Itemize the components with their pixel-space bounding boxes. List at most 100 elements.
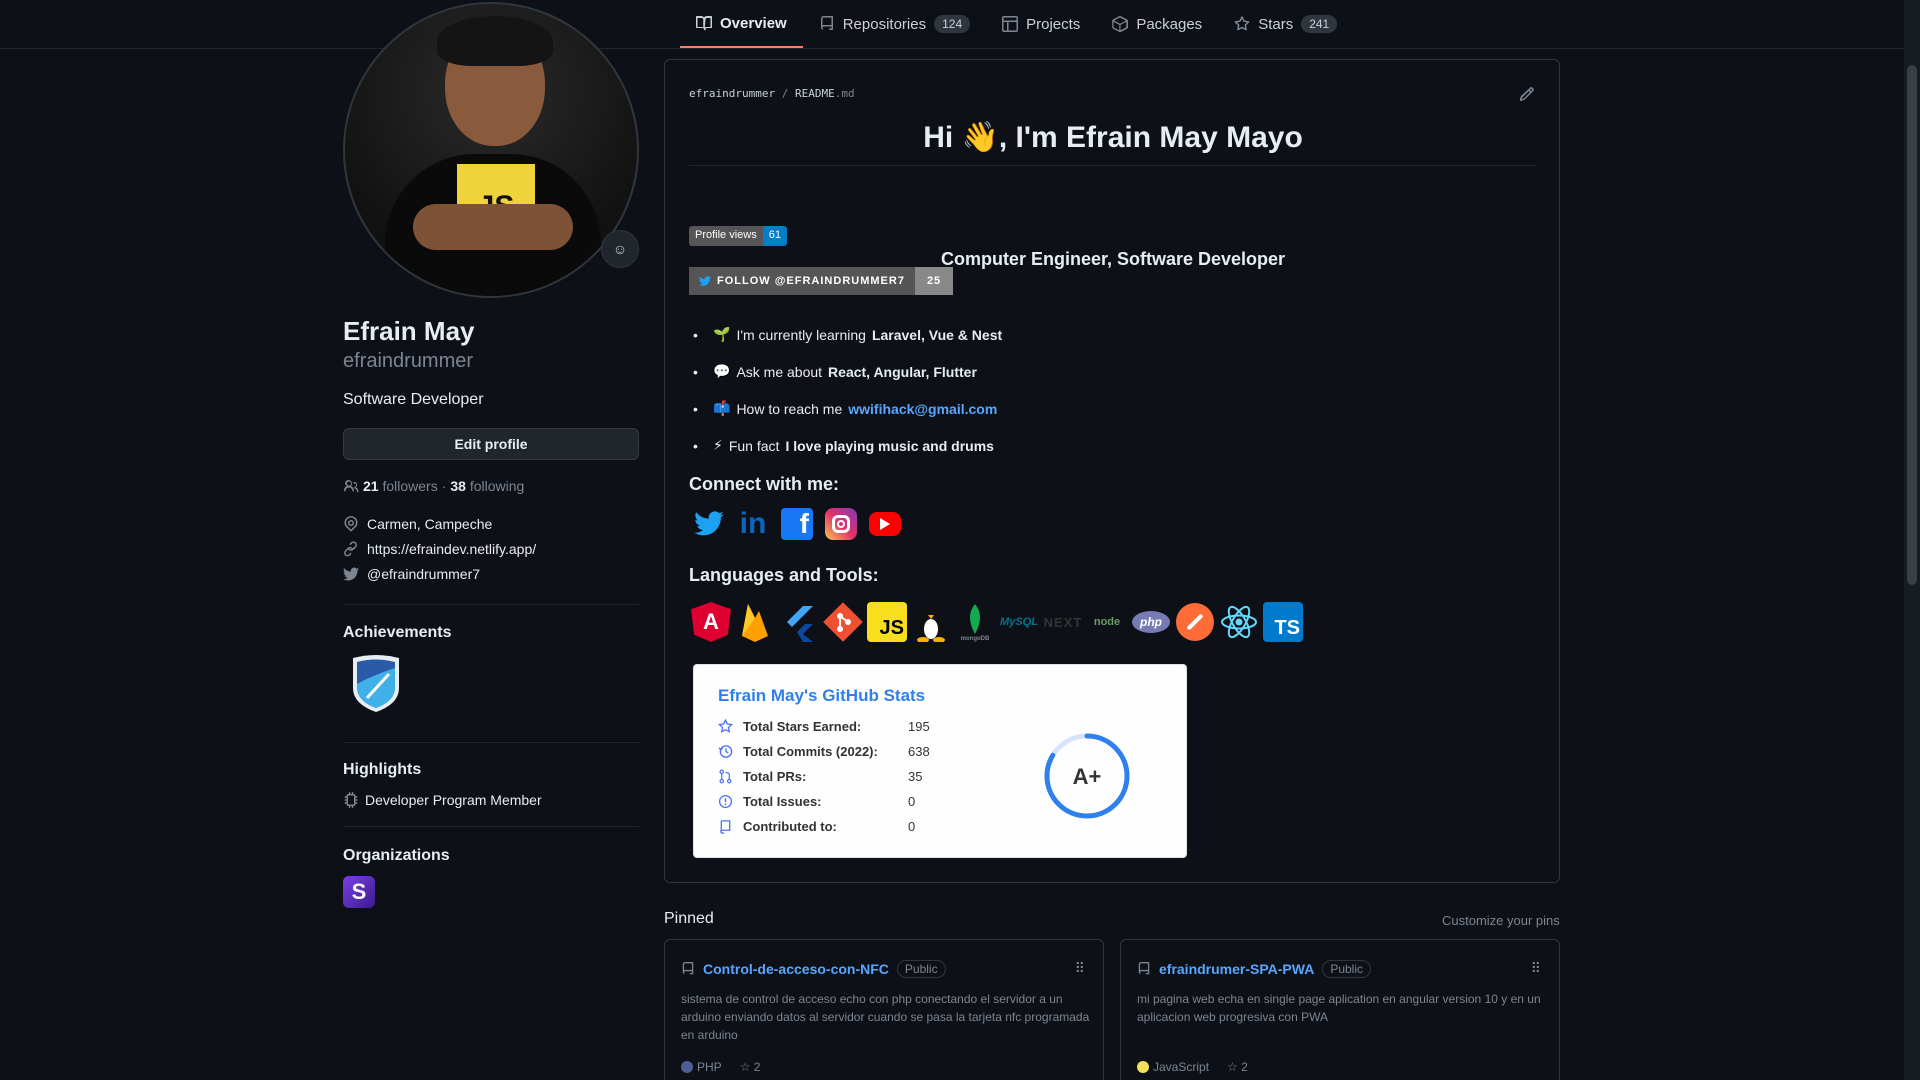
firebase-icon[interactable] (735, 602, 775, 642)
nodejs-icon[interactable]: node (1087, 602, 1127, 642)
smiley-icon: ☺ (612, 241, 628, 257)
stat-row: Total Stars Earned: 195 (718, 719, 930, 734)
follow-stats: 21 followers · 38 following (343, 478, 524, 494)
followers-link[interactable]: 21 followers (363, 478, 438, 494)
stat-row: Total PRs: 35 (718, 769, 922, 784)
repositories-count: 124 (934, 15, 971, 33)
list-item: 🌱I'm currently learning Laravel, Vue & N… (693, 316, 1002, 353)
tab-stars[interactable]: Stars 241 (1218, 0, 1353, 48)
profile-bio: Software Developer (343, 391, 484, 408)
linkedin-icon[interactable]: in (737, 507, 769, 540)
typescript-icon[interactable]: TS (1263, 602, 1303, 642)
scrollbar-thumb[interactable] (1907, 65, 1917, 585)
tab-repositories-label: Repositories (842, 15, 927, 33)
tab-projects[interactable]: Projects (986, 0, 1096, 48)
location-item: Carmen, Campeche (343, 516, 492, 532)
git-icon[interactable] (823, 602, 863, 642)
connect-title: Connect with me: (689, 474, 840, 494)
cpu-icon (344, 792, 358, 808)
facebook-icon[interactable]: f (781, 508, 813, 540)
tab-overview[interactable]: Overview (680, 0, 803, 48)
profile-tab-nav: Overview Repositories 124 Projects Packa… (0, 0, 1904, 49)
php-icon[interactable]: php (1131, 602, 1171, 642)
readme-facts-list: 🌱I'm currently learning Laravel, Vue & N… (693, 316, 1002, 464)
angular-icon[interactable]: A (691, 602, 731, 642)
tab-packages-label: Packages (1136, 15, 1203, 33)
profile-readme: efraindrummer / README.md Hi 👋, I'm Efra… (664, 59, 1560, 883)
nextjs-icon[interactable]: NEXT (1043, 602, 1083, 642)
following-link[interactable]: 38 following (450, 478, 524, 494)
list-item: 📫How to reach me wwifihack@gmail.com (693, 390, 1002, 427)
tab-overview-label: Overview (720, 14, 787, 32)
postman-icon[interactable] (1175, 602, 1215, 642)
repo-icon (820, 16, 833, 30)
javascript-icon[interactable]: JS (867, 602, 907, 642)
pencil-icon[interactable] (1519, 86, 1535, 102)
instagram-icon[interactable] (825, 508, 857, 540)
youtube-icon[interactable] (869, 512, 901, 536)
react-icon[interactable] (1219, 602, 1259, 642)
pinned-repo-card: efraindrumer-SPA-PWA Public ⠿ mi pagina … (1120, 939, 1560, 1080)
highlights-title: Highlights (343, 761, 422, 778)
github-stats-card: Efrain May's GitHub Stats Total Stars Ea… (693, 664, 1187, 858)
book-icon (696, 16, 712, 31)
tab-packages[interactable]: Packages (1096, 0, 1218, 48)
visibility-badge: Public (1322, 960, 1372, 978)
edit-profile-button[interactable]: Edit profile (343, 428, 639, 460)
customize-pins-link[interactable]: Customize your pins (1442, 913, 1560, 928)
repo-stars-link[interactable]: ☆ 2 (740, 1060, 761, 1074)
stats-title: Efrain May's GitHub Stats (718, 686, 926, 705)
status-emoji-button[interactable]: ☺ (601, 230, 639, 268)
repo-description: sistema de control de acceso echo con ph… (681, 992, 1090, 1042)
twitter-icon (343, 567, 359, 581)
flutter-icon[interactable] (779, 602, 819, 642)
linux-icon[interactable] (911, 602, 951, 642)
history-icon (718, 745, 733, 758)
page-scrollbar[interactable] (1904, 0, 1920, 1080)
star-icon (718, 719, 733, 733)
rank-ring: A+ (1044, 733, 1130, 819)
repo-stars-link[interactable]: ☆ 2 (1227, 1060, 1248, 1074)
rank-grade: A+ (1073, 764, 1102, 789)
drag-handle-icon[interactable]: ⠿ (1075, 960, 1085, 977)
list-item: 💬Ask me about React, Angular, Flutter (693, 353, 1002, 390)
achievement-badge-icon[interactable] (349, 654, 403, 714)
tab-repositories[interactable]: Repositories 124 (803, 0, 986, 48)
organizations-title: Organizations (343, 847, 450, 864)
twitter-follow-badge[interactable]: FOLLOW @EFRAINDRUMMER7 25 (689, 267, 954, 295)
pinned-title: Pinned (664, 910, 714, 927)
twitter-item[interactable]: @efraindrummer7 (343, 566, 480, 582)
repo-name-link[interactable]: Control-de-acceso-con-NFC (703, 961, 889, 977)
organization-avatar[interactable]: S (343, 876, 375, 908)
achievements-title: Achievements (343, 624, 452, 641)
repo-language: JavaScript (1137, 1060, 1209, 1074)
website-item[interactable]: https://efraindev.netlify.app/ (343, 541, 536, 557)
mysql-icon[interactable]: MySQL (999, 602, 1039, 642)
stars-count: 241 (1301, 15, 1338, 33)
drag-handle-icon[interactable]: ⠿ (1531, 960, 1541, 977)
avatar[interactable]: JS (343, 2, 639, 298)
repo-name-link[interactable]: efraindrumer-SPA-PWA (1159, 961, 1314, 977)
mongodb-icon[interactable]: mongoDB (955, 602, 995, 642)
readme-owner-link[interactable]: efraindrummer (689, 87, 775, 100)
tab-stars-label: Stars (1258, 15, 1294, 33)
visibility-badge: Public (896, 960, 946, 978)
location-icon (344, 516, 358, 532)
highlight-developer-program: Developer Program Member (343, 792, 542, 808)
pinned-repo-card: Control-de-acceso-con-NFC Public ⠿ siste… (664, 939, 1104, 1080)
svg-text:mongoDB: mongoDB (961, 636, 990, 642)
profile-views-badge: Profile views 61 (689, 226, 787, 246)
stat-row: Total Commits (2022): 638 (718, 744, 930, 759)
readme-heading: Hi 👋, I'm Efrain May Mayo (689, 120, 1537, 166)
issue-icon (718, 794, 733, 809)
email-link[interactable]: wwifihack@gmail.com (848, 401, 997, 417)
repo-icon (682, 962, 694, 975)
profile-login: efraindrummer (343, 350, 474, 372)
repo-icon (1138, 962, 1150, 975)
readme-file-link[interactable]: README.md (795, 87, 855, 100)
stat-row: Total Issues: 0 (718, 794, 915, 809)
twitter-icon[interactable] (693, 508, 725, 540)
repo-language: PHP (681, 1060, 722, 1074)
readme-path: efraindrummer / README.md (689, 87, 855, 100)
people-icon (343, 479, 359, 493)
